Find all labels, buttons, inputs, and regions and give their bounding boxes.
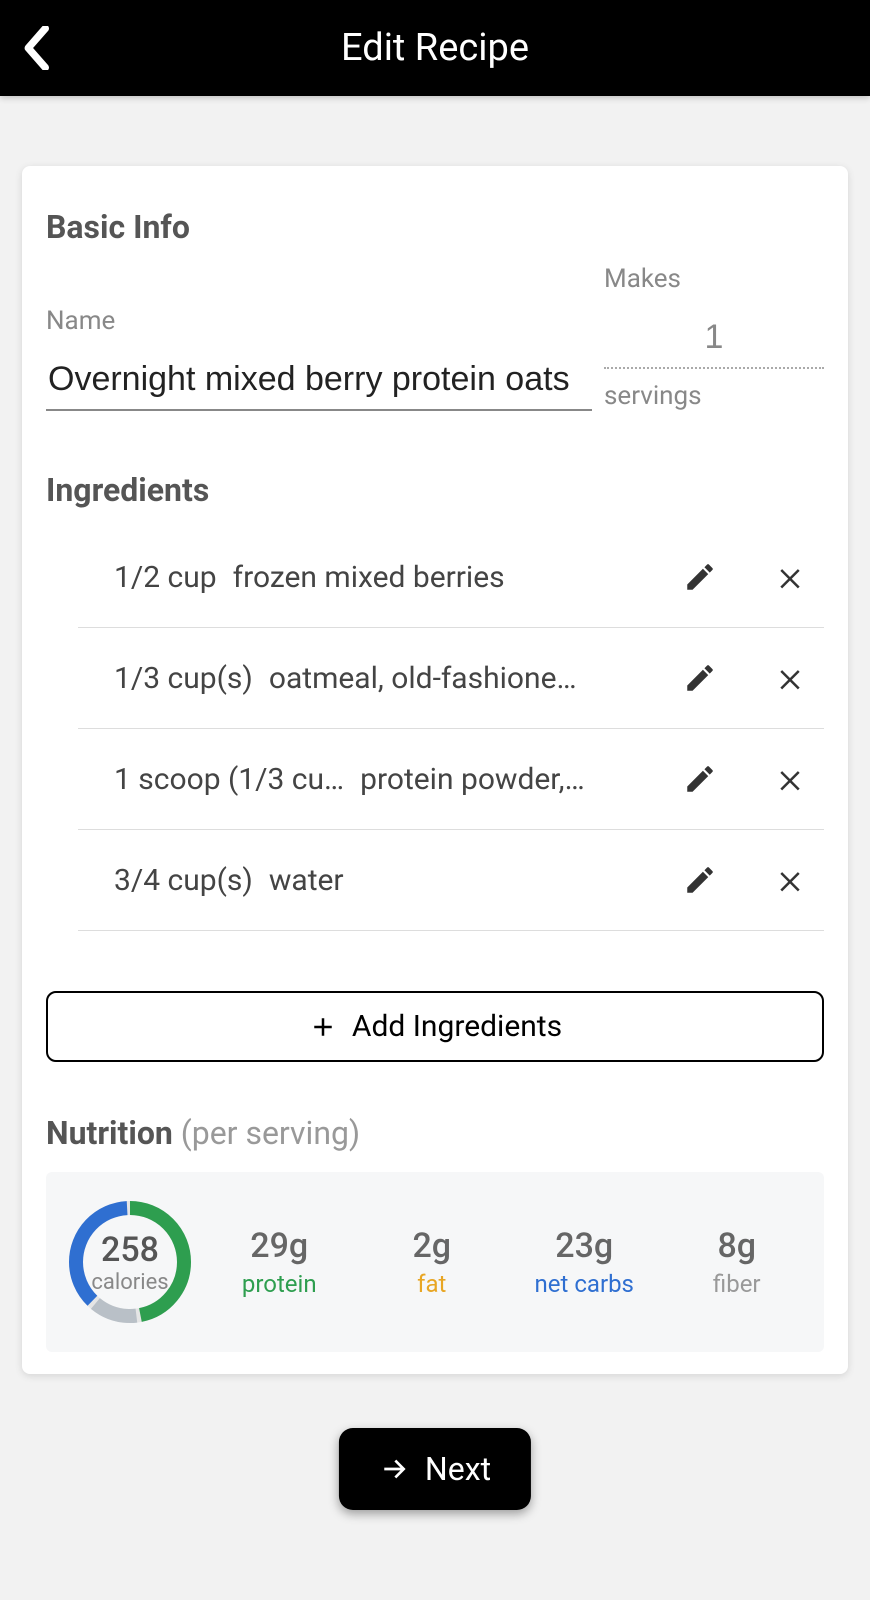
pencil-icon <box>683 762 717 796</box>
ingredient-qty: 1/2 cup <box>114 560 217 595</box>
fat-label: fat <box>365 1270 500 1298</box>
pencil-icon <box>683 661 717 695</box>
nutrition-section: Nutrition (per serving) 258 cal <box>46 1114 824 1352</box>
nutrition-title: Nutrition (per serving) <box>46 1114 824 1152</box>
calorie-ring: 258 calories <box>66 1198 194 1326</box>
app-header: Edit Recipe <box>0 0 870 96</box>
plus-icon <box>308 1012 338 1042</box>
servings-input[interactable] <box>604 312 824 369</box>
edit-ingredient-button[interactable] <box>674 753 726 805</box>
close-icon <box>775 663 805 693</box>
makes-field: Makes servings <box>604 264 824 411</box>
fiber-label: fiber <box>670 1270 805 1298</box>
protein-label: protein <box>212 1270 347 1298</box>
edit-ingredient-button[interactable] <box>674 854 726 906</box>
macro-fat: 2g fat <box>365 1226 500 1298</box>
ingredient-name: oatmeal, old-fashione… <box>269 661 674 696</box>
ingredient-name: frozen mixed berries <box>233 560 674 595</box>
protein-value: 29g <box>212 1226 347 1266</box>
name-label: Name <box>46 306 592 336</box>
ingredient-qty: 3/4 cup(s) <box>114 863 253 898</box>
next-button-label: Next <box>425 1450 491 1488</box>
ingredient-name: protein powder,… <box>360 762 674 797</box>
ingredients-title: Ingredients <box>46 471 824 509</box>
net-carbs-value: 23g <box>517 1226 652 1266</box>
edit-ingredient-button[interactable] <box>674 652 726 704</box>
pencil-icon <box>683 560 717 594</box>
basic-info-row: Name Makes servings <box>46 264 824 411</box>
basic-info-title: Basic Info <box>46 208 824 246</box>
fat-value: 2g <box>365 1226 500 1266</box>
ingredient-row: 1 scoop (1/3 cu… protein powder,… <box>78 729 824 830</box>
ingredient-row: 3/4 cup(s) water <box>78 830 824 931</box>
ingredients-section: Ingredients 1/2 cup frozen mixed berries… <box>46 471 824 1062</box>
delete-ingredient-button[interactable] <box>764 753 816 805</box>
calories-label: calories <box>91 1270 168 1295</box>
nutrition-panel: 258 calories 29g protein 2g fat 23g net … <box>46 1172 824 1352</box>
macro-protein: 29g protein <box>212 1226 347 1298</box>
macro-fiber: 8g fiber <box>670 1226 805 1298</box>
net-carbs-label: net carbs <box>517 1270 652 1298</box>
ingredient-qty: 1 scoop (1/3 cu… <box>114 762 344 797</box>
makes-unit: servings <box>604 381 824 411</box>
ingredient-row: 1/2 cup frozen mixed berries <box>78 527 824 628</box>
macro-net-carbs: 23g net carbs <box>517 1226 652 1298</box>
page-title: Edit Recipe <box>0 26 870 70</box>
ingredient-name: water <box>269 863 674 898</box>
makes-label: Makes <box>604 264 824 294</box>
add-ingredients-button[interactable]: Add Ingredients <box>46 991 824 1062</box>
chevron-left-icon <box>22 26 54 70</box>
ingredient-qty: 1/3 cup(s) <box>114 661 253 696</box>
calorie-ring-center: 258 calories <box>66 1198 194 1326</box>
arrow-right-icon <box>379 1453 411 1485</box>
close-icon <box>775 865 805 895</box>
pencil-icon <box>683 863 717 897</box>
calories-value: 258 <box>101 1230 159 1270</box>
nutrition-subtitle: (per serving) <box>181 1114 360 1152</box>
fiber-value: 8g <box>670 1226 805 1266</box>
delete-ingredient-button[interactable] <box>764 854 816 906</box>
name-field: Name <box>46 306 592 411</box>
delete-ingredient-button[interactable] <box>764 652 816 704</box>
recipe-name-input[interactable] <box>46 354 592 411</box>
edit-ingredient-button[interactable] <box>674 551 726 603</box>
next-button[interactable]: Next <box>339 1428 531 1510</box>
ingredients-list: 1/2 cup frozen mixed berries 1/3 cup(s) … <box>78 527 824 931</box>
delete-ingredient-button[interactable] <box>764 551 816 603</box>
nutrition-title-text: Nutrition <box>46 1114 173 1152</box>
recipe-card: Basic Info Name Makes servings Ingredien… <box>22 166 848 1374</box>
add-ingredients-label: Add Ingredients <box>352 1009 562 1044</box>
ingredient-row: 1/3 cup(s) oatmeal, old-fashione… <box>78 628 824 729</box>
back-button[interactable] <box>14 24 62 72</box>
close-icon <box>775 562 805 592</box>
close-icon <box>775 764 805 794</box>
